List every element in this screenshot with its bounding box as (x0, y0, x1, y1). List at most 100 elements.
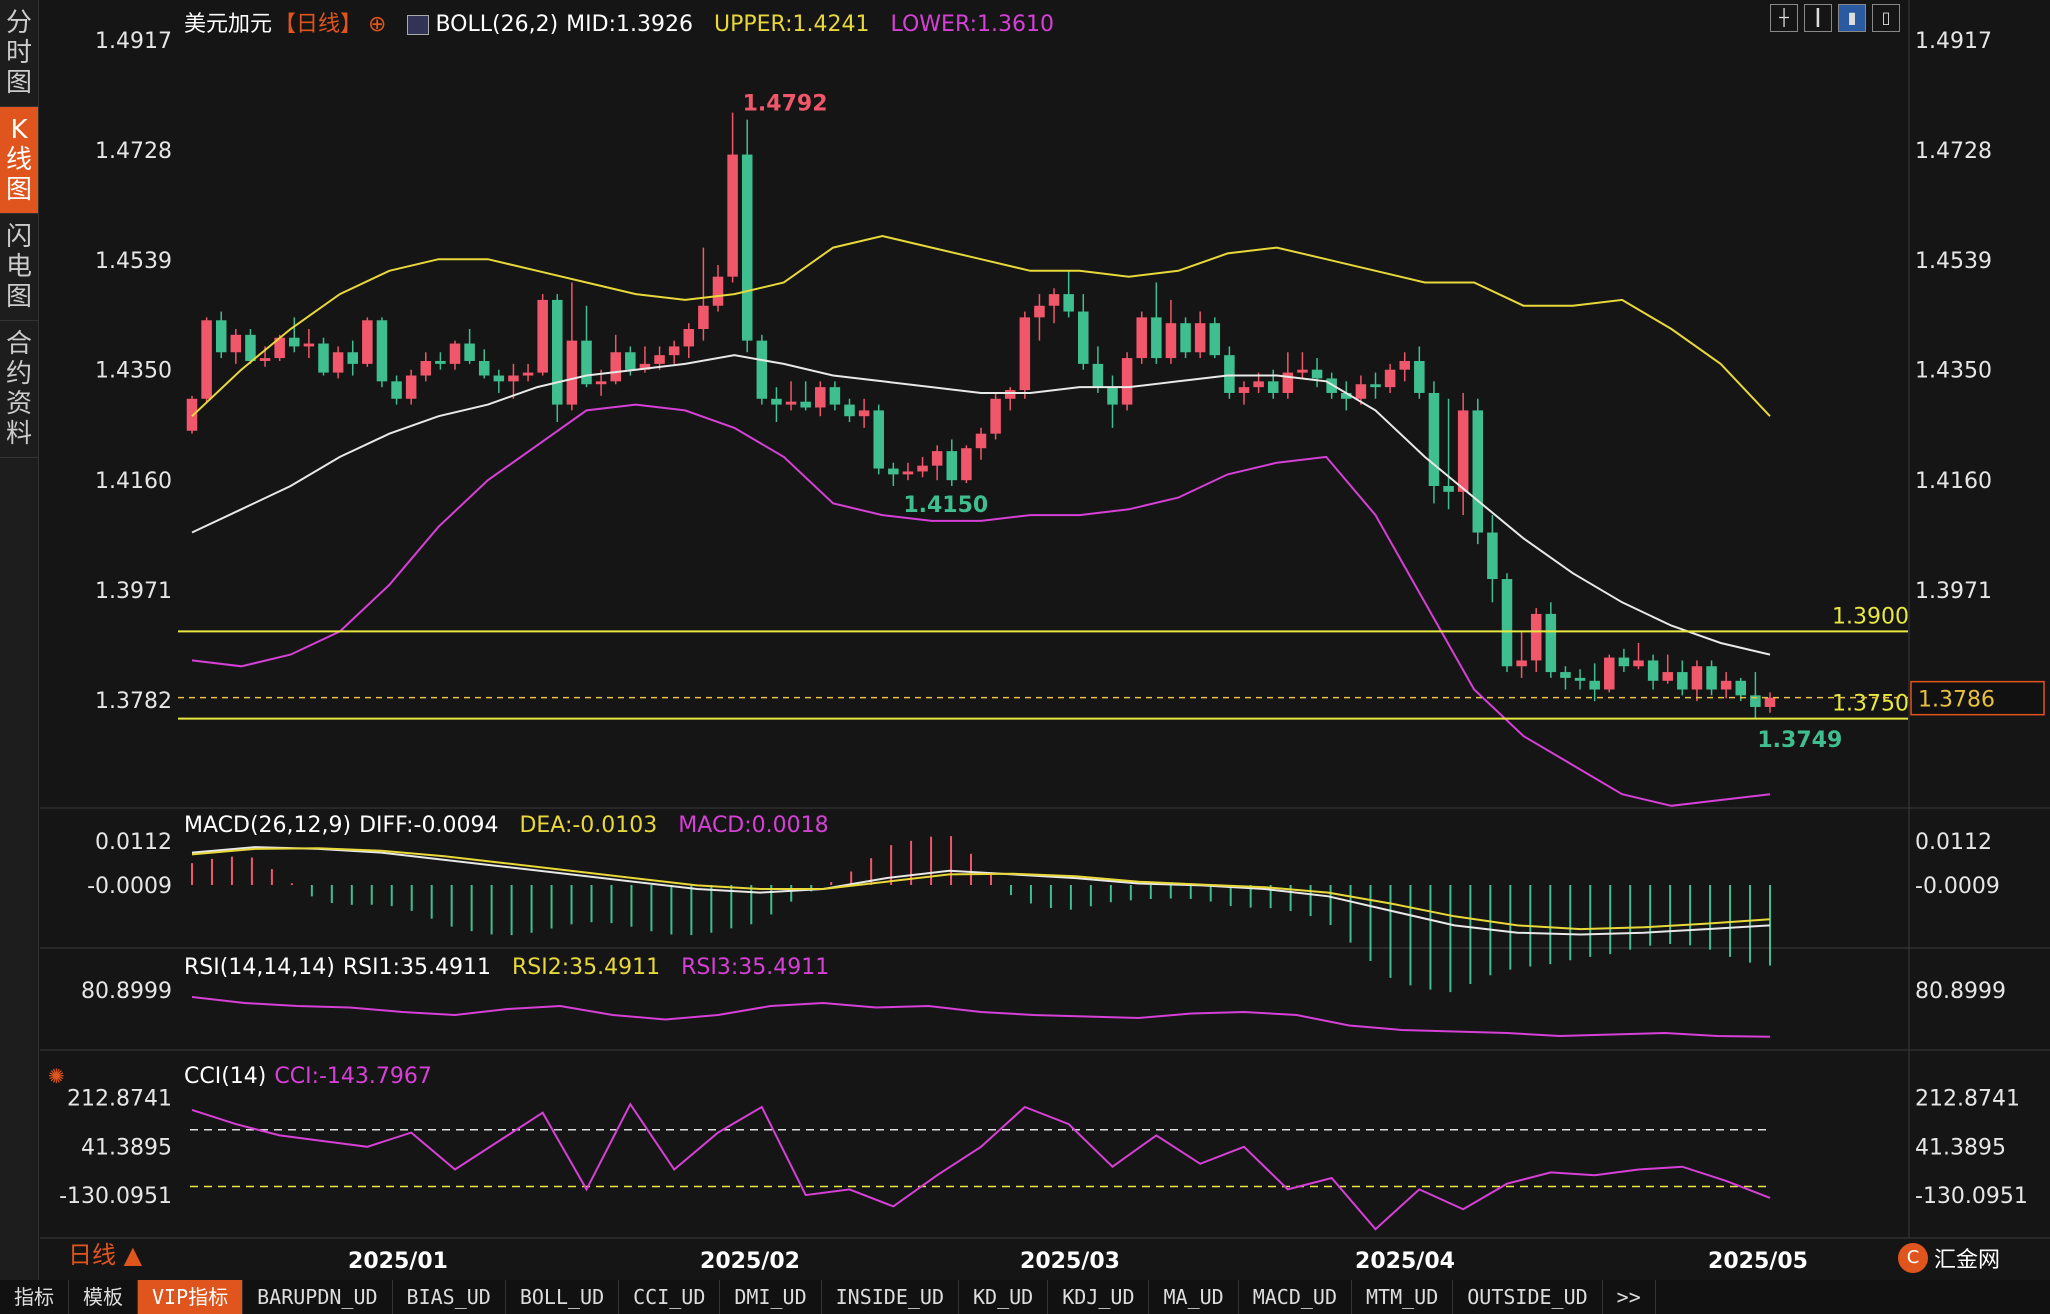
period-selector[interactable]: 日线 ▲ (68, 1235, 142, 1270)
candle-body (1589, 680, 1600, 690)
candle-body (464, 343, 475, 361)
macd-diff: DIFF:-0.0094 (359, 813, 499, 838)
target-icon[interactable]: ⊕ (368, 12, 386, 37)
candle-body (1311, 369, 1323, 379)
bottom-tab-boll[interactable]: BOLL_UD (506, 1280, 620, 1314)
macd-name: MACD(26,12,9) (184, 813, 352, 838)
price-axis-left-label: 1.4539 (95, 249, 172, 274)
date-axis: 2025/01 2025/02 2025/03 2025/04 2025/05 (348, 1249, 1808, 1274)
brand-icon: C (1897, 1243, 1928, 1273)
price-axis-left-label: 1.4917 (95, 29, 172, 54)
rsi-line (191, 996, 1771, 1038)
candle-body (1399, 360, 1410, 370)
candle-bars-icon[interactable]: ┃ (1804, 4, 1832, 32)
candle-body (552, 299, 563, 405)
candle-body (1472, 410, 1484, 533)
candle-body (1019, 317, 1031, 391)
bottom-indicator-bar: 指标 模板 VIP指标 BARUPDN_UD BIAS_UD BOLL_UD C… (0, 1280, 2050, 1314)
macd-axis-left-label: -0.0009 (87, 874, 172, 899)
date-axis-label: 2025/01 (348, 1249, 448, 1274)
candle-body (595, 381, 607, 385)
macd-diff-line (191, 846, 1771, 936)
candle-body (1604, 657, 1615, 690)
rsi-axis-left-label: 80.8999 (81, 979, 172, 1004)
rsi-name: RSI(14,14,14) (184, 955, 335, 980)
bottom-tab-mtm[interactable]: MTM_UD (1352, 1280, 1454, 1314)
candle-body (888, 468, 899, 475)
recent-low-label: 1.3749 (1757, 728, 1842, 753)
cci-axis-right-label: 212.8741 (1915, 1087, 2020, 1112)
bottom-tab-bias[interactable]: BIAS_UD (393, 1280, 506, 1314)
rsi-panel: 80.8999 80.8999 (81, 979, 2006, 1038)
candle-body (946, 451, 958, 481)
bottom-tab-more[interactable]: >> (1603, 1280, 1656, 1314)
cci-axis-right-label: 41.3895 (1915, 1135, 2006, 1160)
candle-body (1720, 680, 1732, 690)
candle-body (1224, 355, 1235, 393)
candle-body (1238, 387, 1250, 393)
candle-body (815, 387, 826, 408)
candle-body (332, 352, 344, 373)
candle-body (347, 352, 358, 364)
bottom-tab-outside[interactable]: OUTSIDE_UD (1453, 1280, 1603, 1314)
candle-body (917, 465, 928, 472)
candle-body (1662, 672, 1673, 681)
candle-body (493, 375, 505, 382)
crosshair-icon[interactable]: ┼ (1770, 4, 1798, 32)
cci-axis-left-label: 41.3895 (81, 1135, 172, 1160)
boll-upper: UPPER:1.4241 (713, 12, 870, 37)
candle-body (537, 299, 548, 373)
current-price-label: 1.3786 (1918, 688, 1995, 713)
candle-body (215, 320, 227, 353)
candle-body (420, 360, 432, 376)
price-axis-left-label: 1.4728 (95, 139, 172, 164)
candle-body (245, 334, 256, 361)
candle-down-icon[interactable]: ▯ (1872, 4, 1900, 32)
candle-body (1633, 660, 1644, 667)
candle-body (1457, 410, 1469, 492)
candle-body (449, 343, 461, 364)
candle-body (1691, 666, 1703, 690)
candle-up-icon[interactable]: ▮ (1838, 4, 1866, 32)
candle-body (844, 404, 855, 417)
cci-name: CCI(14) (184, 1064, 267, 1089)
candle-body (990, 398, 1001, 434)
bottom-tab-macd[interactable]: MACD_UD (1239, 1280, 1352, 1314)
settings-sun-icon[interactable]: ✺ (48, 1064, 65, 1088)
cci-axis-left-label: -130.0951 (59, 1184, 172, 1209)
bottom-tab-kd[interactable]: KD_UD (959, 1280, 1049, 1314)
rsi-axis-right-label: 80.8999 (1915, 979, 2006, 1004)
candle-body (1414, 360, 1425, 393)
price-panel: 1.4917 1.4917 1.4728 1.4728 1.4539 1.4539 1.43… (40, 0, 2050, 1239)
bottom-tab-cci[interactable]: CCI_UD (619, 1280, 721, 1314)
bottom-tab-dmi[interactable]: DMI_UD (720, 1280, 822, 1314)
candle-body (1530, 613, 1542, 661)
candle-body (230, 334, 242, 353)
chart-canvas[interactable]: 1.4917 1.4917 1.4728 1.4728 1.4539 1.4539 1.43… (0, 0, 2050, 1314)
candle-body (1560, 672, 1571, 678)
boll-lower-line (191, 403, 1771, 807)
bottom-tab-ma[interactable]: MA_UD (1149, 1280, 1239, 1314)
candle-body (1107, 387, 1118, 405)
bottom-tab-vip[interactable]: VIP指标 (138, 1280, 244, 1314)
candle-body (1165, 323, 1177, 359)
bottom-tab-inside[interactable]: INSIDE_UD (822, 1280, 960, 1314)
macd-legend: MACD(26,12,9) DIFF:-0.0094 DEA:-0.0103 MA… (184, 813, 843, 838)
candle-body (508, 375, 519, 382)
candle-body (303, 343, 315, 347)
bottom-tab-indicators[interactable]: 指标 (0, 1280, 69, 1314)
candle-body (1735, 680, 1747, 696)
candle-body (931, 451, 943, 466)
bottom-tab-kdj[interactable]: KDJ_UD (1048, 1280, 1150, 1314)
candle-body (625, 352, 636, 370)
period-tag[interactable]: 【日线】 (274, 12, 362, 37)
support-line-2-label: 1.3750 (1832, 692, 1909, 717)
candle-body (829, 387, 841, 405)
bottom-tab-templates[interactable]: 模板 (69, 1280, 138, 1314)
rsi2: RSI2:35.4911 (512, 955, 661, 980)
candle-body (873, 410, 884, 469)
bottom-tab-barupdn[interactable]: BARUPDN_UD (243, 1280, 393, 1314)
candle-body (1209, 323, 1221, 356)
rsi3: RSI3:35.4911 (681, 955, 830, 980)
candle-body (1048, 294, 1060, 306)
